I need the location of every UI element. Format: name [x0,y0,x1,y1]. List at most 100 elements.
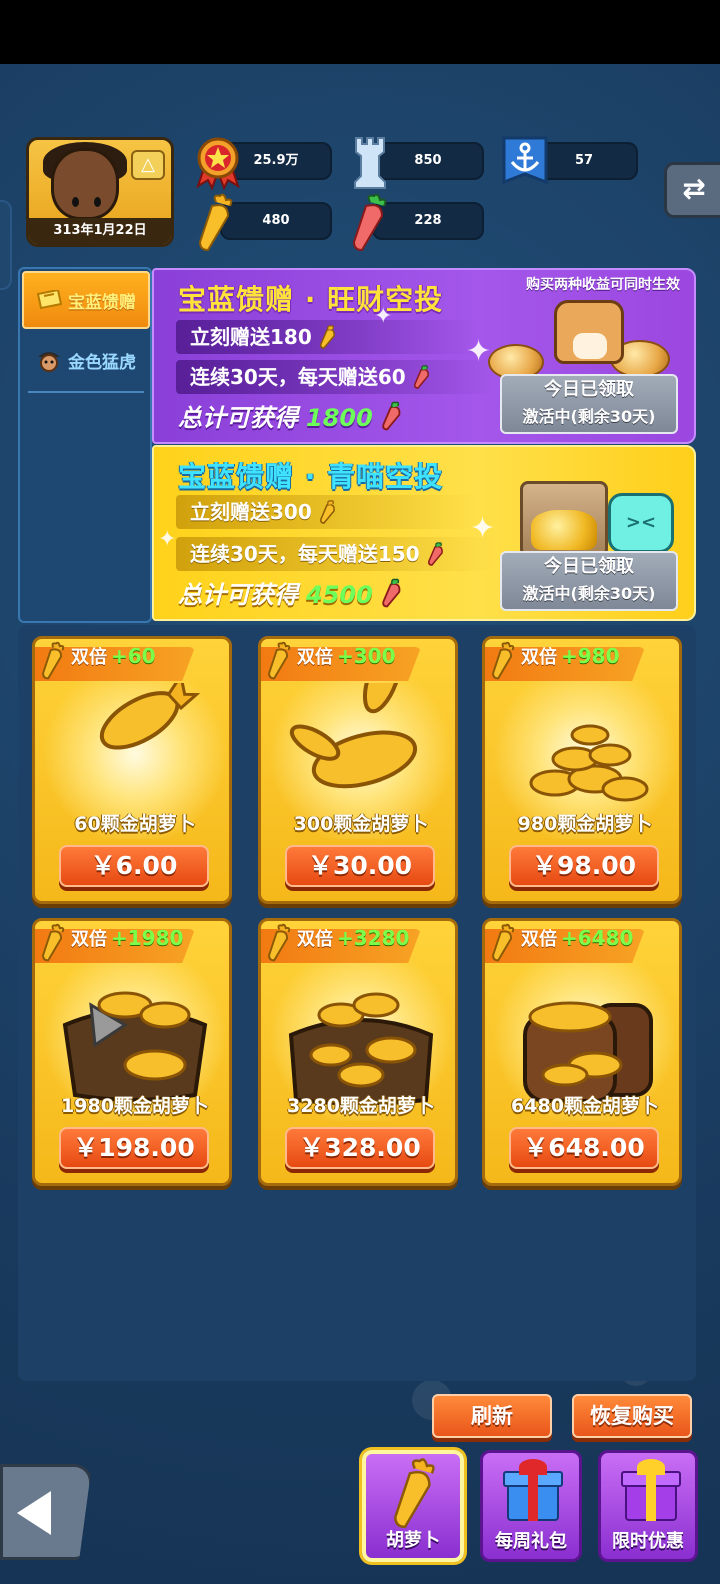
tab-weekly-pack[interactable]: 每周礼包 [480,1450,582,1562]
game-date: 313年1月22日 [29,218,171,244]
promo-instant-row: 立刻赠送180 [176,320,476,354]
promo-title: 宝蓝馈赠 · 青喵空投 [178,460,444,493]
ticket-icon [36,290,62,310]
refresh-button[interactable]: 刷新 [432,1394,552,1438]
back-button[interactable] [0,1464,92,1560]
gold-carrots-art [261,644,455,823]
medal-star-icon [196,137,240,190]
restore-purchase-button[interactable]: 恢复购买 [572,1394,692,1438]
rank-triangle-icon: △ [131,150,165,180]
rook-tower-icon [354,137,386,189]
sparkle-icon: ✦ [158,527,177,552]
buy-price-button[interactable]: ￥198.00 [59,1127,209,1169]
side-drawer-handle[interactable] [0,200,12,290]
shop-item-card[interactable]: 双倍 +60 60颗金胡萝卜 ￥6.00 [32,636,232,904]
promo-daily-row: 连续30天，每天赠送60 [176,360,496,394]
buy-price-button[interactable]: ￥328.00 [285,1127,435,1169]
promo-total-label: 总计可获得 [178,581,298,609]
side-menu-item-tiger[interactable]: 金色猛虎 [22,331,150,389]
red-carrot-icon [352,193,387,252]
shop-item-card[interactable]: 双倍 +1980 1980颗金胡萝卜 ￥198.00 [32,918,232,1186]
double-label: 双倍 [71,647,107,668]
red-carrot-icon [382,401,401,431]
shop-item-card[interactable]: 双倍 +980 980颗金胡萝卜 ￥98.00 [482,636,682,904]
promo-total: 总计可获得 4500 [178,575,403,610]
avatar-eye [94,197,101,207]
red-carrot-icon [382,578,401,608]
bonus-amount: +6480 [561,926,634,950]
gold-carrots-art [485,683,679,823]
double-bonus-text: 双倍 +6480 [521,921,633,957]
bonus-amount: +1980 [111,926,184,950]
double-bonus-text: 双倍 +60 [71,639,156,675]
promo-total-label: 总计可获得 [178,404,298,432]
gold-carrots-art [35,965,229,1105]
gold-carrot-icon [489,641,519,685]
bonus-amount: +3280 [337,926,410,950]
sparkle-icon: ✦ [470,511,496,546]
claimed-today-text: 今日已领取 [544,379,634,400]
swap-arrows-icon[interactable]: ⇄ [664,162,720,218]
promo-panel-qingmiao[interactable]: 宝蓝馈赠 · 青喵空投 立刻赠送300 连续30天，每天赠送150 总计可获得 4… [152,445,696,621]
blue-gift-icon [503,1459,563,1521]
side-menu-label: 金色猛虎 [68,352,136,373]
shop-item-card[interactable]: 双倍 +300 300颗金胡萝卜 ￥30.00 [258,636,458,904]
promo-daily-row: 连续30天，每天赠送150 [176,537,496,571]
red-carrot-icon [413,365,429,389]
buy-price-button[interactable]: ￥30.00 [285,845,435,887]
gold-carrots-art [485,965,679,1105]
double-bonus-text: 双倍 +980 [521,639,620,675]
gold-carrot-icon [319,500,335,524]
promo-total-value: 4500 [306,581,373,609]
item-name: 60颗金胡萝卜 [74,813,196,835]
tab-label: 胡萝卜 [386,1530,440,1551]
anchor-flag-icon [502,136,548,185]
double-label: 双倍 [297,647,333,668]
promo-instant-text: 立刻赠送300 [190,500,312,524]
buy-price-button[interactable]: ￥6.00 [59,845,209,887]
side-menu-divider [28,391,144,393]
treasure-safe-art [520,481,608,557]
side-menu-item-baolan[interactable]: 宝蓝馈赠 [22,271,150,329]
item-name: 300颗金胡萝卜 [293,813,429,835]
gold-carrot-icon [489,923,519,967]
player-avatar[interactable]: △ 313年1月22日 [26,137,174,247]
promo-note: 购买两种收益可同时生效 [526,277,680,293]
claimed-today-text: 今日已领取 [544,556,634,577]
gold-carrot-icon [265,923,295,967]
status-bar [0,0,720,64]
item-name: 6480颗金胡萝卜 [511,1095,659,1117]
gold-carrot-icon [394,1458,435,1529]
tab-label: 每周礼包 [495,1531,567,1552]
gold-carrots-art [35,671,229,823]
buy-price-button[interactable]: ￥98.00 [509,845,659,887]
promo-daily-text: 连续30天，每天赠送150 [190,542,420,566]
promo-total-value: 1800 [306,404,373,432]
active-remaining-text: 激活中(剩余30天) [522,584,656,603]
tab-limited-offer[interactable]: 限时优惠 [598,1450,698,1562]
sparkle-icon: ✦ [374,304,393,329]
item-name: 1980颗金胡萝卜 [61,1095,209,1117]
tab-carrot[interactable]: 胡萝卜 [362,1450,464,1562]
promo-total: 总计可获得 1800 [178,398,403,433]
gold-carrot-icon [39,923,69,967]
double-label: 双倍 [521,647,557,668]
buy-price-button[interactable]: ￥648.00 [509,1127,659,1169]
claimed-status-box: 今日已领取 激活中(剩余30天) [500,551,678,611]
double-label: 双倍 [521,929,557,950]
avatar-face [51,148,119,220]
side-menu-label: 宝蓝馈赠 [68,292,136,313]
double-label: 双倍 [71,929,107,950]
gold-carrots-art [261,965,455,1106]
double-bonus-text: 双倍 +1980 [71,921,183,957]
tab-label: 限时优惠 [612,1531,684,1552]
double-bonus-text: 双倍 +300 [297,639,396,675]
promo-daily-text: 连续30天，每天赠送60 [190,365,406,389]
shop-item-card[interactable]: 双倍 +3280 3280颗金胡萝卜 ￥328.00 [258,918,458,1186]
shop-item-card[interactable]: 双倍 +6480 6480颗金胡萝卜 ￥648.00 [482,918,682,1186]
active-remaining-text: 激活中(剩余30天) [522,407,656,426]
promo-panel-wangcai[interactable]: 宝蓝馈赠 · 旺财空投 购买两种收益可同时生效 立刻赠送180 连续30天，每天… [152,268,696,444]
red-carrot-icon [427,542,443,566]
bonus-amount: +980 [561,644,620,668]
claimed-status-box: 今日已领取 激活中(剩余30天) [500,374,678,434]
